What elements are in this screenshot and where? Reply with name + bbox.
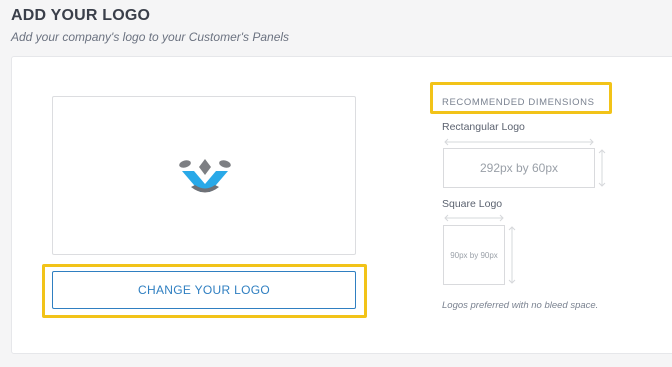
height-arrow-icon (598, 149, 606, 187)
square-logo-size-box: 90px by 90px (443, 225, 505, 285)
change-logo-button[interactable]: CHANGE YOUR LOGO (52, 271, 356, 309)
bleed-space-note: Logos preferred with no bleed space. (442, 300, 599, 311)
recommended-dimensions-title: RECOMMENDED DIMENSIONS (442, 97, 595, 108)
width-arrow-icon (444, 214, 504, 222)
company-logo-icon (179, 159, 231, 193)
logo-preview (52, 96, 356, 255)
rectangular-logo-size-box: 292px by 60px (443, 148, 595, 188)
page-subtitle: Add your company's logo to your Customer… (11, 30, 290, 44)
width-arrow-icon (444, 138, 594, 146)
square-logo-label: Square Logo (442, 198, 503, 210)
height-arrow-icon (508, 226, 516, 284)
rectangular-logo-label: Rectangular Logo (442, 121, 525, 133)
page-title: ADD YOUR LOGO (11, 7, 151, 24)
